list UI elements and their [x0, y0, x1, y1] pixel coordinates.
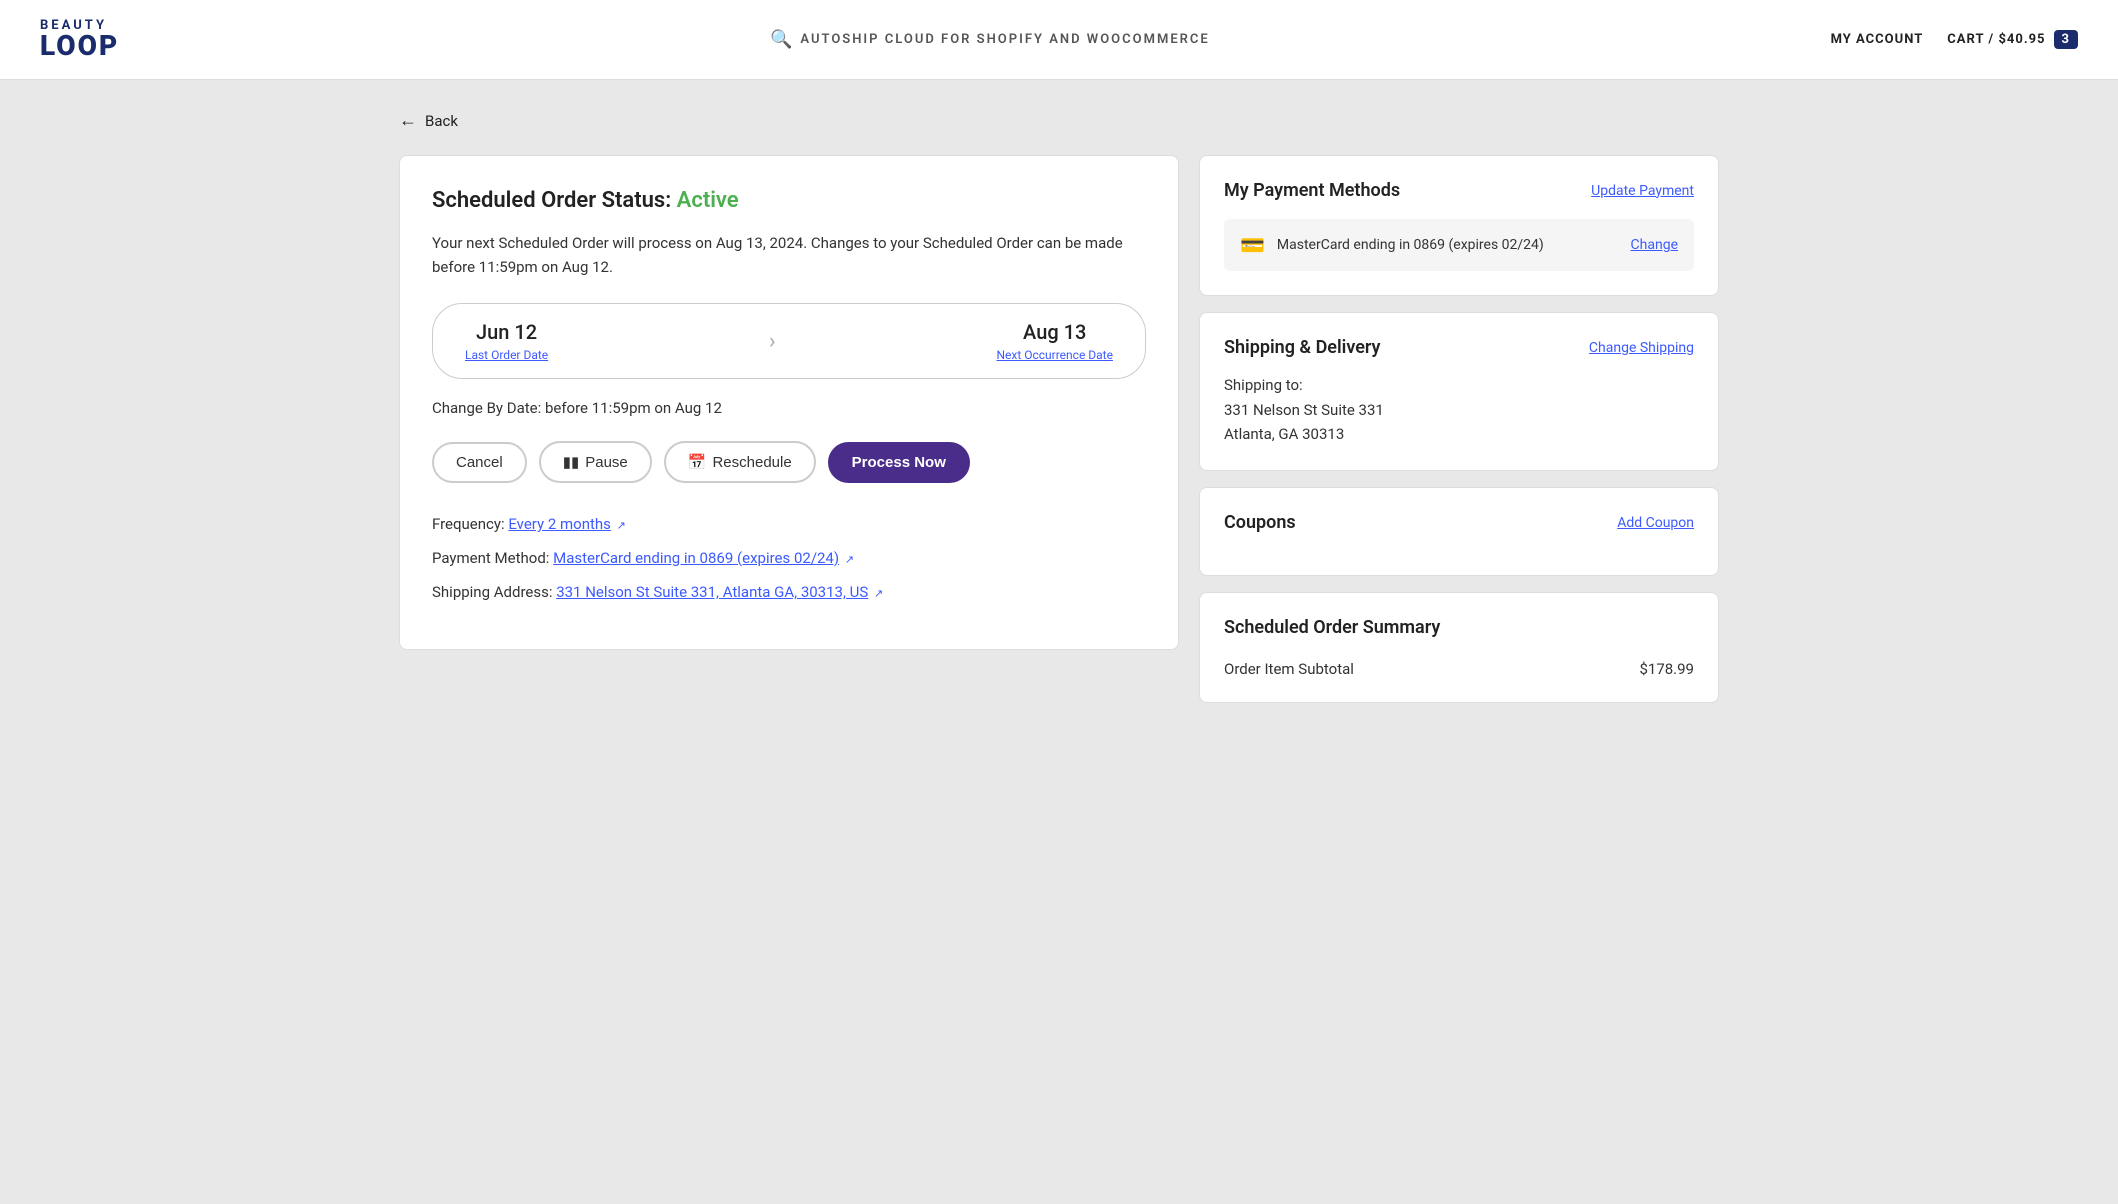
payment-external-icon: ↗	[845, 553, 854, 566]
cart-button[interactable]: CART / $40.95 3	[1947, 30, 2078, 49]
shipping-header: Shipping & Delivery Change Shipping	[1224, 337, 1694, 358]
credit-card-icon: 💳	[1240, 233, 1265, 257]
scheduled-description: Your next Scheduled Order will process o…	[432, 231, 1146, 279]
order-summary-header: Scheduled Order Summary	[1224, 617, 1694, 638]
cart-count: 3	[2054, 30, 2078, 49]
cart-label: CART / $40.95	[1947, 32, 2045, 47]
site-header: BEAUTY LOOP 🔍 AUTOSHIP CLOUD FOR SHOPIFY…	[0, 0, 2118, 80]
back-link[interactable]: ← Back	[399, 110, 1719, 131]
title-prefix: Scheduled Order Status:	[432, 188, 677, 213]
status-active: Active	[677, 188, 739, 213]
page-content: ← Back Scheduled Order Status: Active Yo…	[359, 80, 1759, 733]
order-summary-card: Scheduled Order Summary Order Item Subto…	[1199, 592, 1719, 703]
subtotal-label: Order Item Subtotal	[1224, 660, 1354, 678]
shipping-prefix: Shipping Address:	[432, 583, 556, 601]
payment-card-info: MasterCard ending in 0869 (expires 02/24…	[1277, 237, 1619, 253]
update-payment-link[interactable]: Update Payment	[1591, 183, 1694, 199]
order-summary-title: Scheduled Order Summary	[1224, 617, 1440, 638]
shipping-external-icon: ↗	[874, 587, 883, 600]
back-label: Back	[425, 112, 458, 130]
right-panel: My Payment Methods Update Payment 💳 Mast…	[1199, 155, 1719, 703]
payment-link[interactable]: MasterCard ending in 0869 (expires 02/24…	[553, 549, 839, 567]
reschedule-label: Reschedule	[712, 454, 791, 471]
payment-methods-card: My Payment Methods Update Payment 💳 Mast…	[1199, 155, 1719, 296]
pause-button[interactable]: ▮▮ Pause	[539, 441, 652, 483]
shipping-address-line1: 331 Nelson St Suite 331	[1224, 398, 1694, 422]
next-occurrence-date-item: Aug 13 Next Occurrence Date	[996, 320, 1113, 362]
change-by-date: Change By Date: before 11:59pm on Aug 12	[432, 399, 1146, 417]
logo-loop: LOOP	[40, 32, 119, 60]
shipping-address-line2: Atlanta, GA 30313	[1224, 422, 1694, 446]
date-range-box: Jun 12 Last Order Date › Aug 13 Next Occ…	[432, 303, 1146, 379]
shipping-delivery-card: Shipping & Delivery Change Shipping Ship…	[1199, 312, 1719, 471]
last-order-date-value: Jun 12	[476, 320, 537, 344]
date-arrow-icon: ›	[769, 329, 776, 354]
coupons-card: Coupons Add Coupon	[1199, 487, 1719, 576]
next-occurrence-date-label[interactable]: Next Occurrence Date	[996, 348, 1113, 362]
search-icon[interactable]: 🔍	[770, 29, 792, 50]
search-label: AUTOSHIP CLOUD FOR SHOPIFY AND WOOCOMMER…	[800, 32, 1209, 47]
calendar-icon: 📅	[688, 453, 707, 471]
header-right: MY ACCOUNT CART / $40.95 3	[1831, 30, 2078, 49]
last-order-date-label[interactable]: Last Order Date	[465, 348, 548, 362]
shipping-link[interactable]: 331 Nelson St Suite 331, Atlanta GA, 303…	[556, 583, 868, 601]
payment-methods-title: My Payment Methods	[1224, 180, 1400, 201]
payment-prefix: Payment Method:	[432, 549, 553, 567]
frequency-prefix: Frequency:	[432, 515, 508, 533]
next-occurrence-date-value: Aug 13	[1023, 320, 1086, 344]
payment-method-row: Payment Method: MasterCard ending in 086…	[432, 549, 1146, 567]
shipping-to-label: Shipping to:	[1224, 376, 1694, 394]
coupons-title: Coupons	[1224, 512, 1296, 533]
order-subtotal-row: Order Item Subtotal $178.99	[1224, 656, 1694, 678]
scheduled-status-title: Scheduled Order Status: Active	[432, 188, 1146, 213]
back-arrow-icon: ←	[399, 110, 417, 131]
shipping-address-row: Shipping Address: 331 Nelson St Suite 33…	[432, 583, 1146, 601]
my-account-link[interactable]: MY ACCOUNT	[1831, 32, 1924, 47]
frequency-link[interactable]: Every 2 months	[508, 515, 611, 533]
change-shipping-link[interactable]: Change Shipping	[1589, 340, 1694, 356]
payment-methods-header: My Payment Methods Update Payment	[1224, 180, 1694, 201]
payment-change-link[interactable]: Change	[1631, 237, 1678, 253]
payment-row: 💳 MasterCard ending in 0869 (expires 02/…	[1224, 219, 1694, 271]
main-layout: Scheduled Order Status: Active Your next…	[399, 155, 1719, 703]
reschedule-button[interactable]: 📅 Reschedule	[664, 441, 816, 483]
site-logo[interactable]: BEAUTY LOOP	[40, 19, 119, 60]
scheduled-order-panel: Scheduled Order Status: Active Your next…	[399, 155, 1179, 650]
header-search-area: 🔍 AUTOSHIP CLOUD FOR SHOPIFY AND WOOCOMM…	[169, 29, 1810, 50]
frequency-external-icon: ↗	[617, 519, 626, 532]
frequency-row: Frequency: Every 2 months ↗	[432, 515, 1146, 533]
subtotal-value: $178.99	[1639, 660, 1694, 678]
pause-label: Pause	[585, 454, 628, 471]
pause-icon: ▮▮	[563, 453, 580, 471]
shipping-title: Shipping & Delivery	[1224, 337, 1381, 358]
action-buttons: Cancel ▮▮ Pause 📅 Reschedule Process Now	[432, 441, 1146, 483]
last-order-date-item: Jun 12 Last Order Date	[465, 320, 548, 362]
process-now-button[interactable]: Process Now	[828, 442, 970, 483]
cancel-button[interactable]: Cancel	[432, 442, 527, 483]
add-coupon-link[interactable]: Add Coupon	[1617, 515, 1694, 531]
coupons-header: Coupons Add Coupon	[1224, 512, 1694, 533]
